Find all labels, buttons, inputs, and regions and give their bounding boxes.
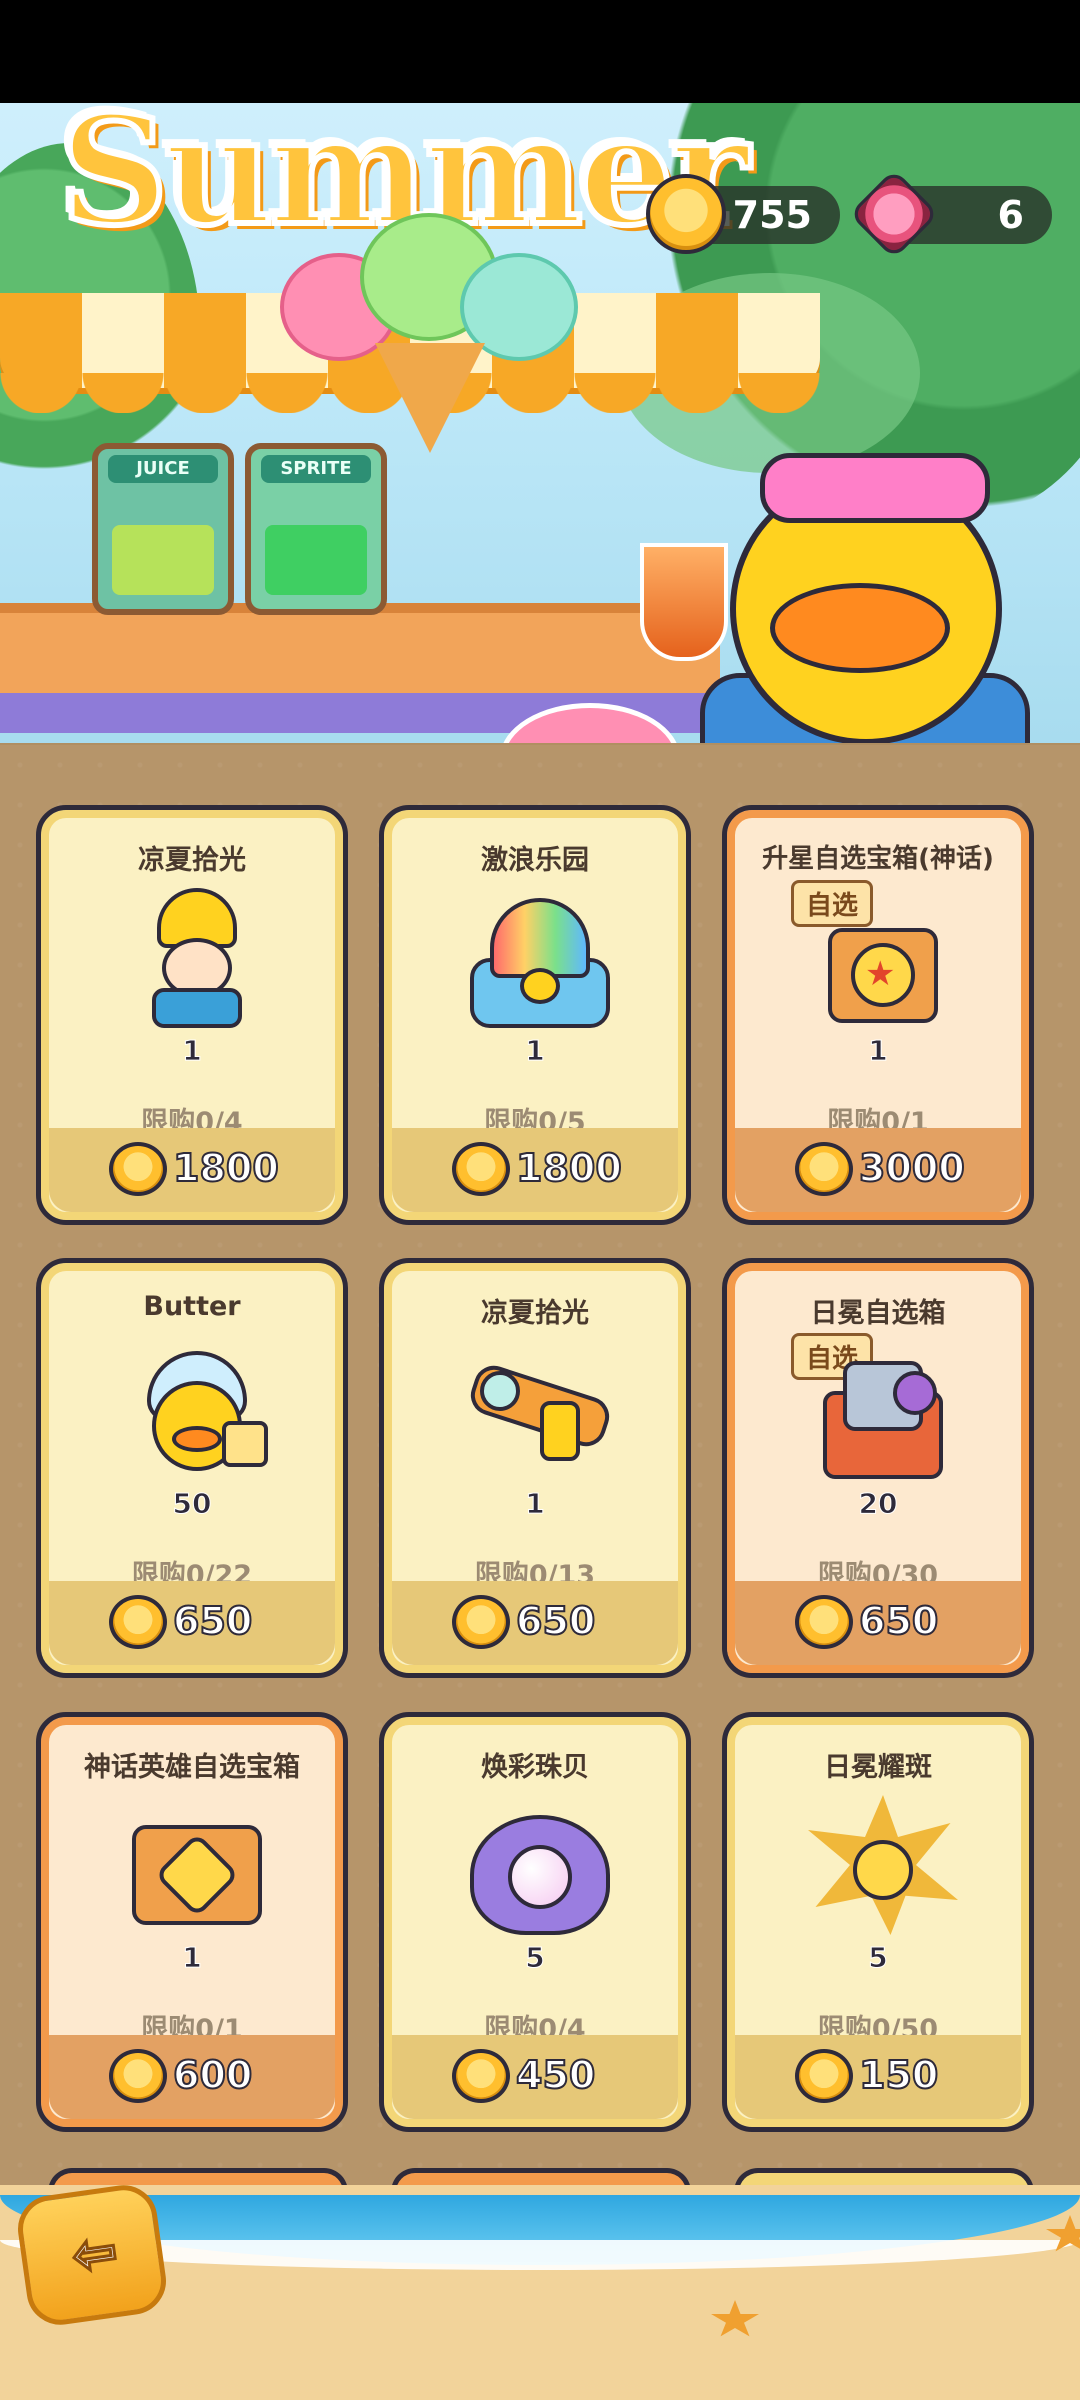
duck-coin-icon (795, 1142, 853, 1196)
gem-balance: 6 (848, 168, 1052, 260)
item-name: 日冕自选箱 (810, 1298, 946, 1329)
star-chest-icon: ★ (803, 888, 963, 1028)
item-quantity: 1 (182, 1941, 202, 1975)
item-quantity: 20 (858, 1487, 898, 1521)
item-quantity: 1 (868, 1034, 888, 1068)
coin-balance: 755 (646, 174, 840, 254)
myth-hero-chest-icon (117, 1795, 277, 1935)
corona-chest-icon (803, 1341, 963, 1481)
item-price: 450 (515, 2052, 596, 2098)
coin-amount: 755 (732, 193, 812, 237)
shop-item-card[interactable]: 日冕自选箱 自选 20 限购0/30 650 (722, 1258, 1034, 1678)
item-price: 650 (858, 1598, 939, 1644)
item-quantity: 1 (525, 1034, 545, 1068)
duck-coin-icon (452, 1142, 510, 1196)
item-name: 凉夏拾光 (481, 1298, 589, 1329)
item-quantity: 1 (525, 1487, 545, 1521)
shop-item-card[interactable]: 神话英雄自选宝箱 1 限购0/1 600 (36, 1712, 348, 2132)
item-name: 激浪乐园 (481, 845, 589, 876)
item-name: 日冕耀斑 (824, 1752, 932, 1783)
buy-button[interactable]: 150 (735, 2035, 1021, 2119)
buy-button[interactable]: 1800 (392, 1128, 678, 1212)
item-name: 神话英雄自选宝箱 (84, 1752, 300, 1783)
shop-item-card[interactable]: 凉夏拾光 1 限购0/13 650 (379, 1258, 691, 1678)
hero-icon (117, 888, 277, 1028)
item-price: 1800 (515, 1145, 623, 1191)
duck-coin-icon (109, 2049, 167, 2103)
water-gun-icon (460, 1341, 620, 1481)
item-quantity: 5 (868, 1941, 888, 1975)
shop-item-card[interactable]: 凉夏拾光 1 限购0/4 1800 (36, 805, 348, 1225)
item-price: 1800 (172, 1145, 280, 1191)
sun-flare-icon (803, 1795, 963, 1935)
duck-coin-icon (109, 1142, 167, 1196)
item-price: 600 (172, 2052, 253, 2098)
duck-coin-icon (795, 2049, 853, 2103)
buy-button[interactable]: 650 (735, 1581, 1021, 1665)
water-park-icon (460, 888, 620, 1028)
back-button[interactable]: ⇦ (13, 2180, 171, 2330)
duck-coin-icon (452, 2049, 510, 2103)
sprite-machine: SPRITE (245, 443, 387, 615)
duck-coin-icon (795, 1595, 853, 1649)
duck-hero-icon (117, 1341, 277, 1481)
buy-button[interactable]: 650 (49, 1581, 335, 1665)
buy-button[interactable]: 3000 (735, 1128, 1021, 1212)
shop-item-card[interactable]: 焕彩珠贝 5 限购0/4 450 (379, 1712, 691, 2132)
item-name: 焕彩珠贝 (481, 1752, 589, 1783)
item-price: 150 (858, 2052, 939, 2098)
shop-item-card[interactable]: Butter 50 限购0/22 650 (36, 1258, 348, 1678)
buy-button[interactable]: 1800 (49, 1128, 335, 1212)
item-name: 升星自选宝箱(神话) (762, 844, 994, 874)
item-price: 650 (172, 1598, 253, 1644)
duck-coin-icon (452, 1595, 510, 1649)
duck-mascot (700, 433, 1030, 743)
pearl-shell-icon (460, 1795, 620, 1935)
item-name: 凉夏拾光 (138, 845, 246, 876)
duck-coin-icon (109, 1595, 167, 1649)
shop-item-card[interactable]: 升星自选宝箱(神话) 自选 ★ 1 限购0/1 3000 (722, 805, 1034, 1225)
item-price: 3000 (858, 1145, 966, 1191)
shop-screen: { "banner": { "title": "Summer", "machin… (0, 0, 1080, 2400)
buy-button[interactable]: 650 (392, 1581, 678, 1665)
status-bar (0, 0, 1080, 103)
back-arrow-icon: ⇦ (66, 2217, 123, 2289)
buy-button[interactable]: 450 (392, 2035, 678, 2119)
gem-amount: 6 (997, 193, 1024, 237)
item-quantity: 50 (172, 1487, 212, 1521)
juice-machine: JUICE (92, 443, 234, 615)
duck-coin-icon (646, 174, 726, 254)
ice-cream-cone (280, 193, 580, 453)
shop-item-card[interactable]: 激浪乐园 1 限购0/5 1800 (379, 805, 691, 1225)
item-price: 650 (515, 1598, 596, 1644)
item-quantity: 5 (525, 1941, 545, 1975)
shop-item-card[interactable]: 日冕耀斑 5 限购0/50 150 (722, 1712, 1034, 2132)
item-name: Butter (143, 1291, 241, 1322)
item-quantity: 1 (182, 1034, 202, 1068)
buy-button[interactable]: 600 (49, 2035, 335, 2119)
